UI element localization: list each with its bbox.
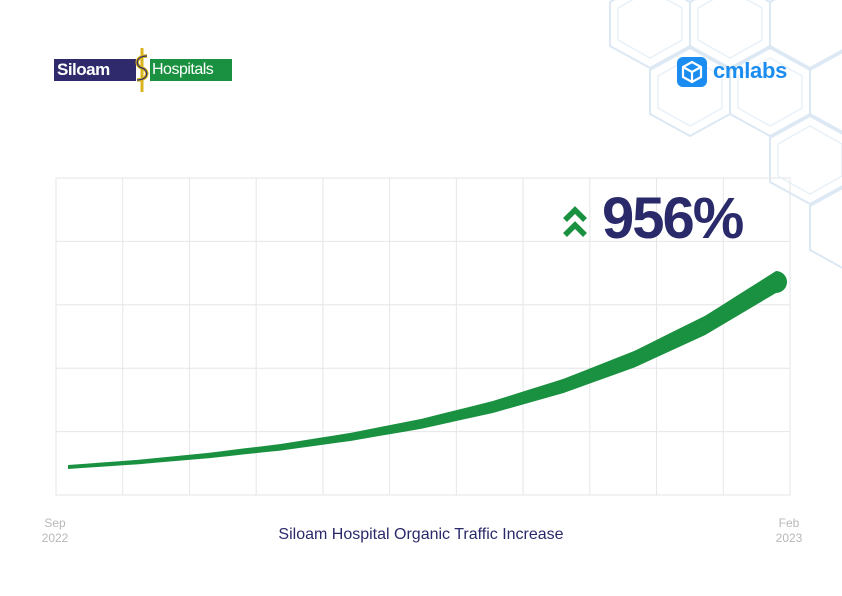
double-chevron-up-icon [563,206,587,237]
data-point [492,407,493,408]
data-point [705,325,706,326]
data-point [563,385,564,386]
data-point [209,455,210,456]
data-point [422,423,423,424]
traffic-growth-chart [55,177,791,496]
data-point [68,467,69,468]
x-tick-start: Sep 2022 [25,516,85,546]
growth-percentage: 956% [602,186,744,251]
x-tick-start-month: Sep [44,516,66,530]
data-point [351,436,352,437]
data-point [280,447,281,448]
growth-curve [68,271,787,469]
x-tick-end: Feb 2023 [759,516,819,546]
chart-caption: Siloam Hospital Organic Traffic Increase [278,526,564,543]
x-tick-end-month: Feb [778,516,800,530]
data-point [776,282,777,283]
data-point [634,359,635,360]
data-point [138,461,139,462]
x-tick-end-year: 2023 [775,531,803,545]
x-tick-start-year: 2022 [41,531,69,545]
